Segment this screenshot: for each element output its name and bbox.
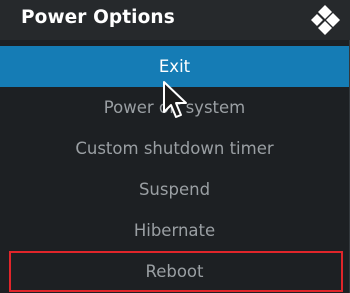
menu-item-exit[interactable]: Exit	[0, 46, 349, 87]
menu-item-custom-shutdown-timer[interactable]: Custom shutdown timer	[0, 128, 349, 169]
menu-item-hibernate[interactable]: Hibernate	[0, 210, 349, 251]
dialog-header: Power Options	[0, 0, 350, 40]
dialog-title: Power Options	[21, 7, 175, 28]
power-options-dialog: Power Options Exit Power off system Cust…	[0, 0, 350, 293]
menu-item-power-off[interactable]: Power off system	[0, 87, 349, 128]
menu-item-suspend[interactable]: Suspend	[0, 169, 349, 210]
kodi-logo-icon	[311, 5, 340, 35]
power-options-menu: Exit Power off system Custom shutdown ti…	[0, 46, 349, 292]
menu-item-reboot[interactable]: Reboot	[0, 251, 349, 292]
